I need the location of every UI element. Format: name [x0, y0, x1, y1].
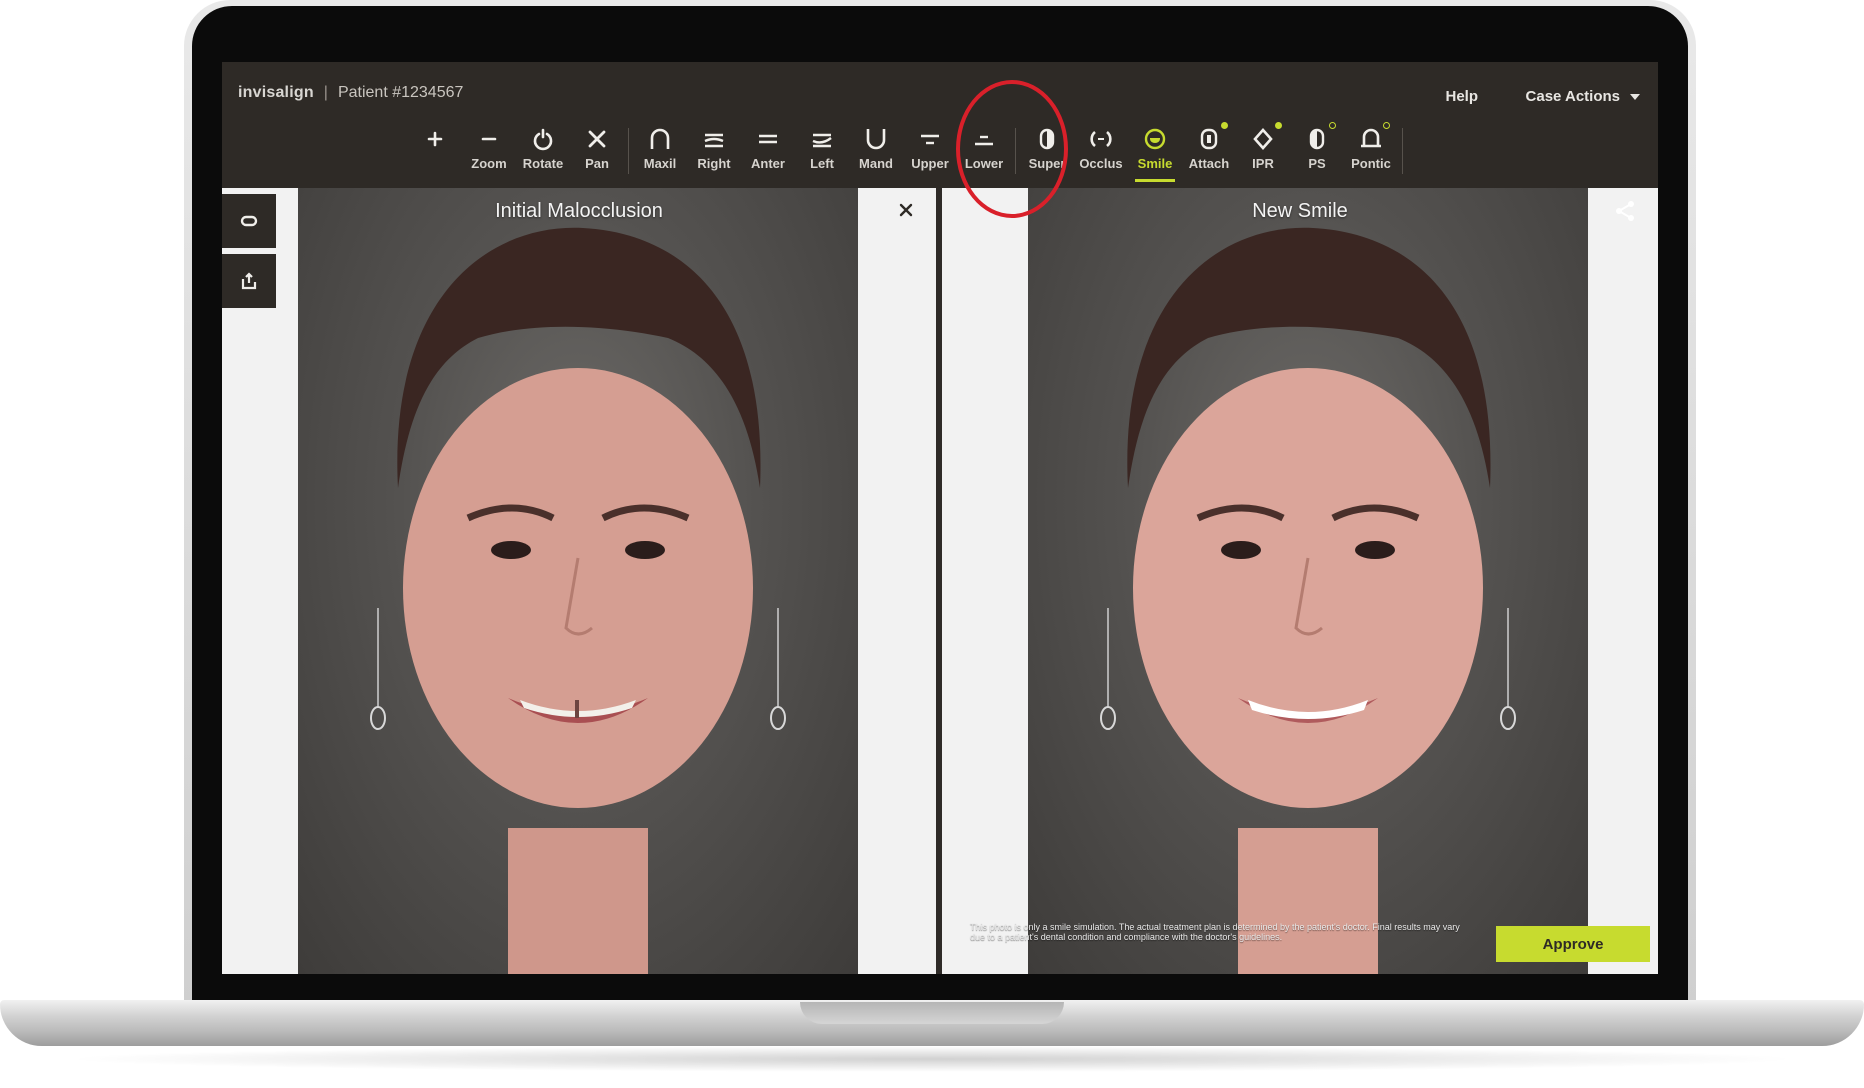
case-actions-menu[interactable]: Case Actions [1526, 88, 1640, 105]
left-view-button[interactable]: Left [795, 122, 849, 182]
tool-label: Right [697, 156, 731, 171]
panel-title: Initial Malocclusion [495, 200, 663, 222]
mandibular-arch-icon [866, 129, 886, 150]
laptop-shadow [60, 1046, 1804, 1072]
rotate-icon [533, 128, 553, 151]
status-dot [1383, 122, 1390, 129]
tool-label: IPR [1252, 156, 1274, 171]
face-illustration [1100, 227, 1516, 974]
occlusion-icon [1090, 130, 1112, 148]
side-tool-button[interactable] [222, 194, 276, 248]
patient-photo-after [1028, 188, 1588, 974]
attachments-button[interactable]: Attach [1182, 122, 1236, 182]
face-illustration [370, 227, 786, 974]
tool-label: Left [810, 156, 834, 171]
pan-button[interactable]: Pan [570, 122, 624, 182]
zoom-out-button[interactable]: Zoom [462, 122, 516, 182]
minus-icon [481, 137, 497, 141]
app-screen: invisalign | Patient #1234567 Help Case … [222, 62, 1658, 974]
status-dot [1329, 122, 1336, 129]
pontic-icon [1361, 128, 1381, 148]
maxillary-arch-icon [650, 128, 670, 149]
case-actions-label: Case Actions [1525, 88, 1620, 105]
panel-title: New Smile [1252, 200, 1348, 222]
tool-label: Pontic [1351, 156, 1391, 171]
ipr-icon [1253, 128, 1273, 150]
share-icon[interactable] [1612, 198, 1638, 224]
brand-area: invisalign | Patient #1234567 [238, 84, 463, 102]
invisalign-logo: invisalign [238, 84, 314, 101]
pan-icon [588, 130, 606, 148]
tool-label: Zoom [471, 156, 507, 171]
smile-view-button[interactable]: Smile [1128, 122, 1182, 182]
export-icon [241, 272, 257, 290]
tool-label: Upper [911, 156, 949, 171]
plus-icon [427, 131, 443, 147]
view-toolbar: Zoom Rotate Pan Maxil Right Anter Left M… [408, 122, 1407, 184]
initial-malocclusion-panel: Initial Malocclusion [222, 188, 936, 974]
maxillary-view-button[interactable]: Maxil [633, 122, 687, 182]
upper-jaw-icon [921, 134, 939, 145]
pontic-button[interactable]: Pontic [1344, 122, 1398, 182]
tool-label: Anter [751, 156, 785, 171]
ps-button[interactable]: PS [1290, 122, 1344, 182]
attachment-icon [1200, 128, 1218, 150]
toolbar-divider [1402, 128, 1403, 174]
rotate-button[interactable]: Rotate [516, 122, 570, 182]
tool-label: Maxil [643, 156, 677, 171]
laptop-notch [800, 1002, 1064, 1024]
smile-highlight-annotation [956, 80, 1068, 218]
brand-separator: | [323, 84, 328, 101]
patient-photo-before [298, 188, 858, 974]
status-dot [1275, 122, 1282, 129]
chevron-down-icon [1630, 93, 1640, 100]
close-icon[interactable] [894, 198, 918, 222]
occlusion-button[interactable]: Occlus [1074, 122, 1128, 182]
smile-icon [1144, 128, 1166, 150]
aligner-icon [240, 215, 258, 227]
zoom-in-button[interactable] [408, 122, 462, 182]
approve-button[interactable]: Approve [1496, 926, 1650, 962]
status-dot [1221, 122, 1228, 129]
tool-label: Occlus [1079, 156, 1123, 171]
upper-jaw-button[interactable]: Upper [903, 122, 957, 182]
top-toolbar: invisalign | Patient #1234567 Help Case … [222, 62, 1658, 188]
anterior-view-icon [759, 134, 777, 144]
tool-label: PS [1308, 156, 1326, 171]
simulation-disclaimer: This photo is only a smile simulation. T… [970, 922, 1460, 942]
patient-id: Patient #1234567 [337, 84, 464, 101]
toolbar-divider [628, 128, 629, 174]
tool-label: Attach [1188, 156, 1230, 171]
tool-label: Smile [1137, 156, 1173, 171]
right-view-button[interactable]: Right [687, 122, 741, 182]
tool-label: Rotate [522, 156, 564, 171]
right-view-icon [704, 133, 724, 148]
anterior-view-button[interactable]: Anter [741, 122, 795, 182]
tool-label: Pan [585, 156, 609, 171]
ps-icon [1309, 128, 1325, 150]
left-view-icon [812, 133, 832, 148]
export-button[interactable] [222, 254, 276, 308]
mandibular-view-button[interactable]: Mand [849, 122, 903, 182]
tool-label: Mand [859, 156, 893, 171]
help-link[interactable]: Help [1445, 88, 1478, 105]
ipr-button[interactable]: IPR [1236, 122, 1290, 182]
new-smile-panel: New Smile This photo is only a smile sim… [942, 188, 1658, 974]
